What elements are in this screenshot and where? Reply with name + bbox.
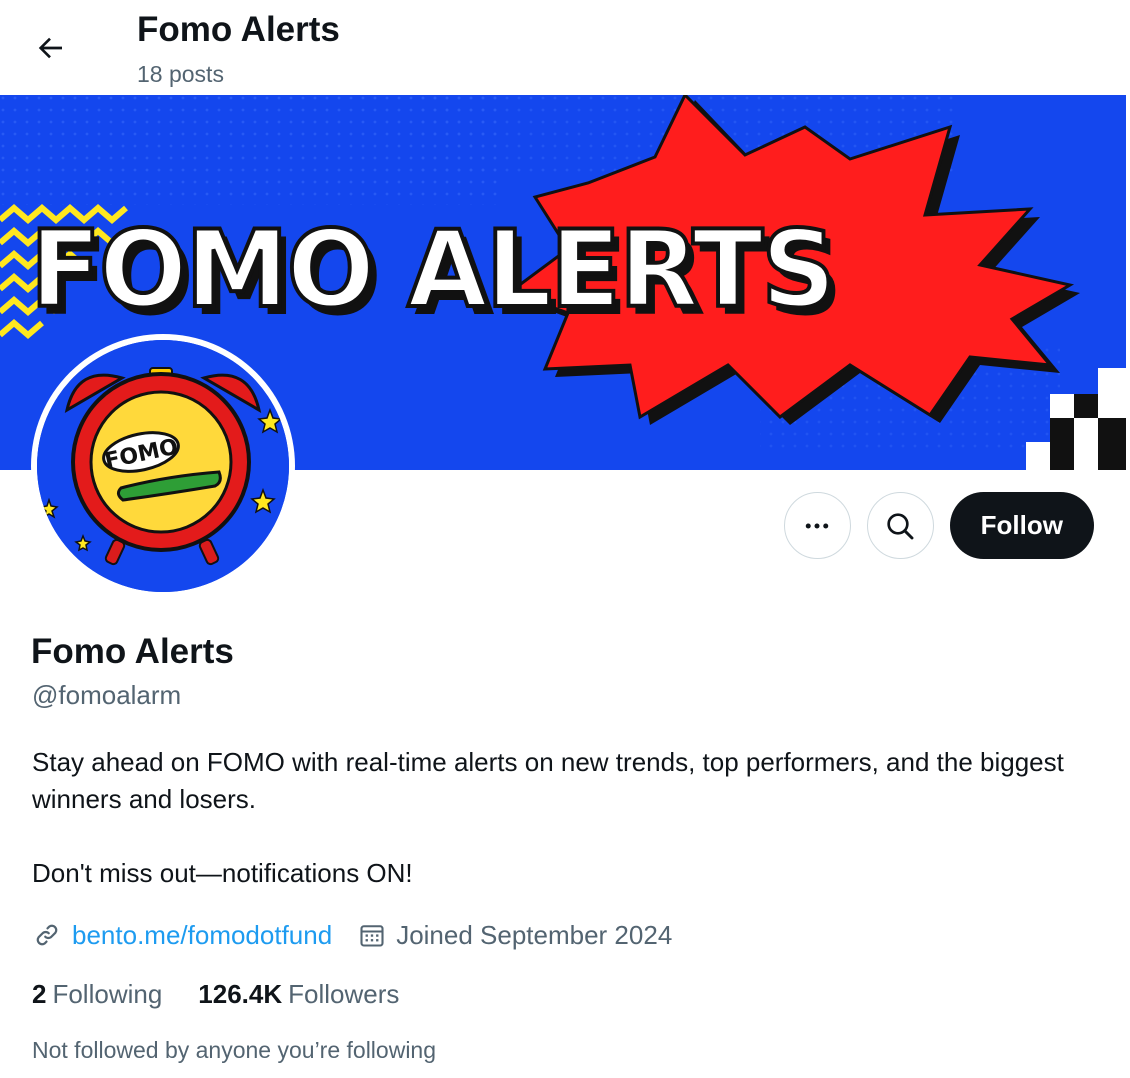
banner-title: FOMO ALERTS: [28, 208, 838, 331]
followers-stat[interactable]: 126.4K Followers: [198, 976, 399, 1012]
calendar-icon: [360, 925, 384, 947]
follow-stats: 2 Following 126.4K Followers: [32, 976, 435, 1012]
bio-line: Don't miss out—notifications ON!: [32, 858, 413, 888]
avatar[interactable]: FOMO: [31, 334, 295, 598]
website-item: bento.me/fomodotfund: [32, 917, 332, 953]
social-context: Not followed by anyone you’re following: [32, 1037, 437, 1063]
joined-date: Joined September 2024: [396, 920, 673, 950]
website-link[interactable]: bento.me/fomodotfund: [72, 917, 332, 953]
following-label: Following: [52, 979, 163, 1009]
avatar-image: FOMO: [37, 340, 289, 592]
search-icon: [887, 512, 914, 539]
post-count: 18 posts: [137, 61, 224, 87]
profile-actions: Follow: [783, 492, 1094, 559]
arrow-left-icon: [38, 37, 62, 59]
following-stat[interactable]: 2 Following: [32, 976, 162, 1012]
top-bar: Fomo Alerts 18 posts: [0, 0, 1130, 95]
more-dots-icon: [805, 523, 829, 528]
joined-item: Joined September 2024: [358, 917, 672, 953]
follow-button[interactable]: Follow: [949, 492, 1094, 559]
followers-label: Followers: [288, 979, 400, 1009]
following-count: 2: [32, 979, 47, 1009]
header-title: Fomo Alerts: [137, 10, 340, 49]
back-button[interactable]: [26, 24, 74, 72]
bio-line: Stay ahead on FOMO with real-time alerts…: [32, 747, 1064, 814]
handle: @fomoalarm: [32, 680, 182, 710]
search-button[interactable]: [866, 492, 934, 559]
more-button[interactable]: [783, 492, 851, 559]
alarm-clock-icon: FOMO: [37, 340, 289, 592]
followers-count: 126.4K: [198, 979, 283, 1009]
display-name: Fomo Alerts: [31, 632, 234, 671]
profile-meta: bento.me/fomodotfund Joined September 20…: [32, 917, 698, 953]
link-icon: [36, 924, 58, 946]
bio: Stay ahead on FOMO with real-time alerts…: [32, 744, 1102, 892]
